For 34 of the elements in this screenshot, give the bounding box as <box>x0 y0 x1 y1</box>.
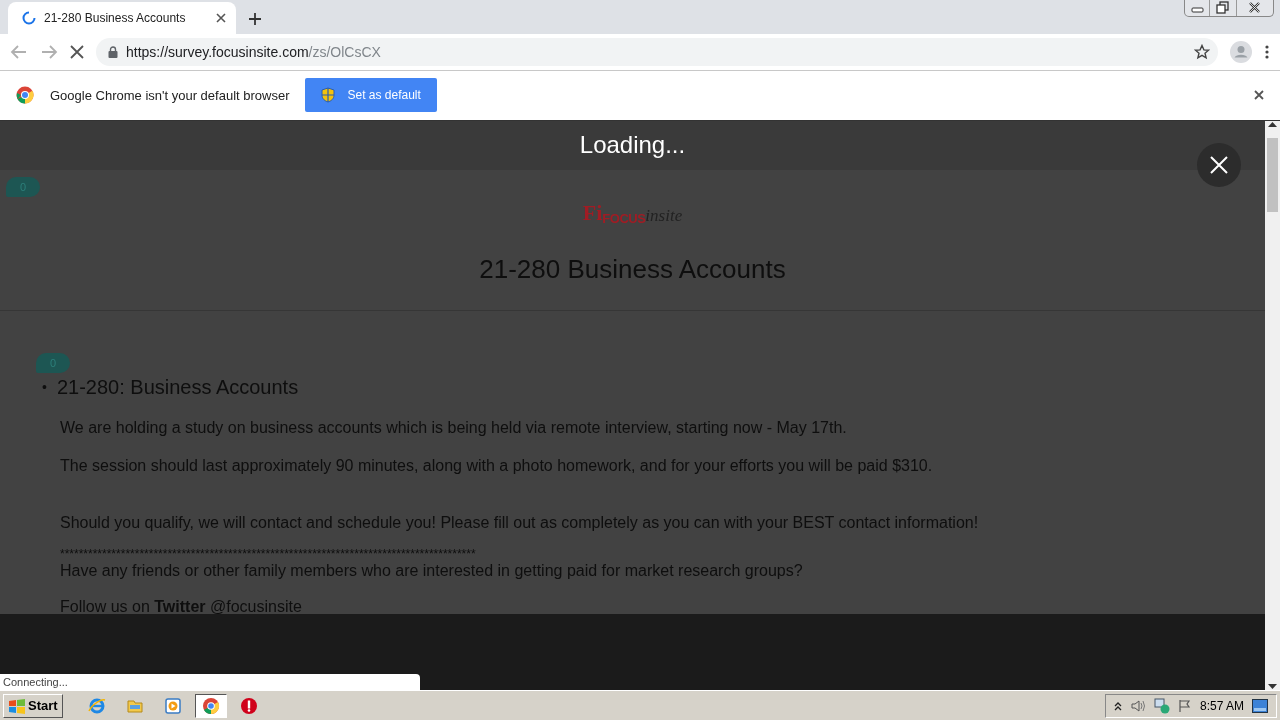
clock[interactable]: 8:57 AM <box>1199 698 1244 713</box>
taskbar-button[interactable] <box>194 693 227 718</box>
shield-icon <box>321 87 336 104</box>
new-tab-icon[interactable] <box>248 12 262 26</box>
chevron-up-icon[interactable] <box>1113 700 1122 711</box>
browser-tab[interactable]: 21-280 Business Accounts <box>8 2 236 34</box>
url-text: https://survey.focusinsite.com/zs/OlCsCX <box>126 44 382 60</box>
show-desktop-icon[interactable] <box>1252 698 1268 713</box>
loading-title: Loading... <box>579 131 686 160</box>
chrome-icon <box>201 696 220 715</box>
asterisk-divider: ***************************************************************************************** <box>60 547 477 560</box>
flag-icon[interactable] <box>1177 698 1192 713</box>
menu-icon[interactable] <box>1264 44 1270 60</box>
stop-icon[interactable] <box>70 45 84 59</box>
close-icon <box>1209 154 1229 175</box>
chrome-logo-icon <box>16 86 34 105</box>
bullet-mark: • <box>42 378 47 395</box>
exclamation-circle-icon <box>239 696 258 715</box>
profile-avatar-icon[interactable] <box>1230 41 1252 63</box>
status-bubble: Connecting... <box>0 674 420 691</box>
scrollbar-thumb[interactable] <box>1267 137 1278 212</box>
lock-icon <box>108 46 118 58</box>
close-icon[interactable] <box>1254 90 1264 101</box>
speaker-icon[interactable] <box>1129 698 1146 713</box>
star-icon[interactable] <box>1194 44 1210 60</box>
start-button[interactable]: Start <box>3 693 63 718</box>
set-as-default-button[interactable]: Set as default <box>305 78 437 113</box>
windows-logo-icon <box>8 697 26 714</box>
default-browser-message: Google Chrome isn't your default browser <box>50 87 290 103</box>
close-icon[interactable] <box>216 13 226 23</box>
address-bar[interactable]: https://survey.focusinsite.com/zs/OlCsCX <box>96 38 1218 66</box>
media-player-icon <box>163 696 182 715</box>
browser-e-icon <box>87 696 106 715</box>
loading-spinner-icon <box>22 11 36 25</box>
